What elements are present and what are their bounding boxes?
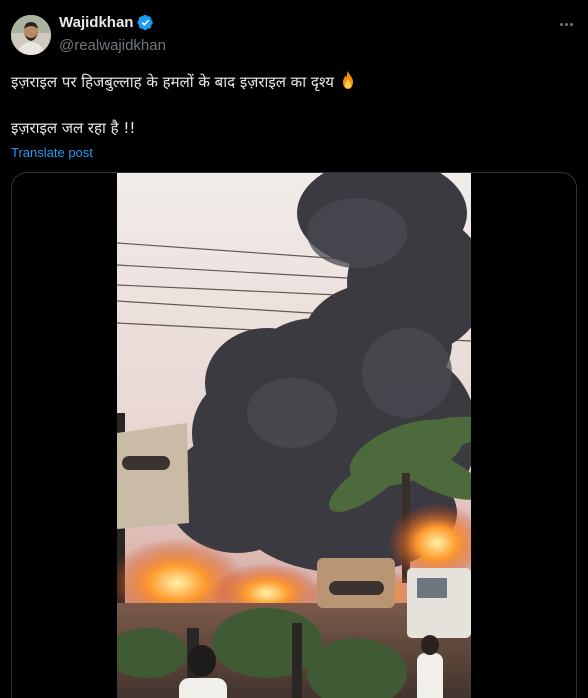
post-text-line-2: इज़राइल जल रहा है !! [11,119,136,137]
author-display-name[interactable]: Wajidkhan [59,14,133,31]
burning-street-scene-icon [117,173,471,698]
post-text-line-1: इज़राइल पर हिजबुल्लाह के हमलों के बाद इज… [11,70,358,92]
post-text: इज़राइल पर हिजबुल्लाह के हमलों के बाद इज… [11,73,334,91]
more-dot-icon [569,22,573,26]
verified-badge-icon[interactable] [137,14,154,31]
translate-post-link[interactable]: Translate post [11,145,93,160]
avatar-photo-icon [11,15,51,55]
more-dot-icon [564,22,568,26]
video-media-card[interactable] [11,172,577,698]
fire-icon [342,71,353,89]
avatar[interactable] [11,15,51,55]
author-handle[interactable]: @realwajidkhan [59,37,166,54]
tweet-post: Wajidkhan @realwajidkhan इज़राइल पर हिजब… [0,0,588,698]
author-name-row: Wajidkhan [59,14,154,31]
video-thumbnail[interactable] [117,173,471,698]
more-dot-icon [559,22,563,26]
more-options-button[interactable] [554,12,578,36]
